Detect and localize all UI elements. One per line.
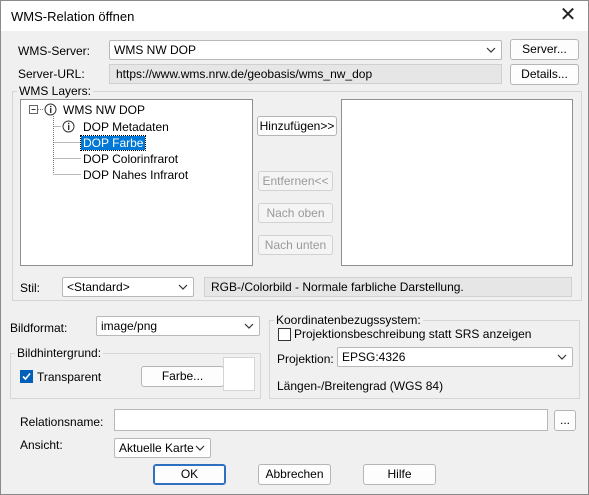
title-bar: WMS-Relation öffnen ✕ xyxy=(1,1,588,31)
style-value: <Standard> xyxy=(67,280,130,294)
crs-group-label: Koordinatenbezugssystem: xyxy=(274,313,423,327)
projection-desc-label: Projektionsbeschreibung statt SRS anzeig… xyxy=(294,327,532,341)
projection-select[interactable]: EPSG:4326 xyxy=(337,347,573,367)
chevron-down-icon xyxy=(486,47,496,53)
selected-layers-list[interactable] xyxy=(341,99,573,266)
ok-button[interactable]: OK xyxy=(153,464,226,485)
chevron-down-icon xyxy=(557,354,567,360)
color-button[interactable]: Farbe... xyxy=(141,366,224,387)
add-layer-button[interactable]: Hinzufügen>> xyxy=(257,116,337,136)
image-format-label: Bildformat: xyxy=(10,321,68,335)
tree-item-nahes-infrarot[interactable]: DOP Nahes Infrarot xyxy=(83,168,188,182)
transparent-checkbox[interactable] xyxy=(20,370,33,383)
remove-layer-button[interactable]: Entfernen<< xyxy=(258,171,333,191)
cancel-button[interactable]: Abbrechen xyxy=(258,464,331,485)
chevron-down-icon xyxy=(195,445,205,451)
chevron-down-icon xyxy=(244,323,254,329)
move-down-button[interactable]: Nach unten xyxy=(258,235,333,255)
tree-root-item[interactable]: WMS NW DOP xyxy=(63,103,145,117)
projection-label: Projektion: xyxy=(277,352,334,366)
close-icon[interactable]: ✕ xyxy=(556,4,580,28)
chevron-down-icon xyxy=(178,284,188,290)
wms-server-select[interactable]: WMS NW DOP xyxy=(109,40,502,60)
browse-button[interactable]: ... xyxy=(554,410,576,431)
tree-item-farbe[interactable]: DOP Farbe xyxy=(79,135,147,151)
image-format-value: image/png xyxy=(101,319,158,333)
wms-layers-group-label: WMS Layers: xyxy=(17,84,94,98)
projection-value: EPSG:4326 xyxy=(342,350,406,364)
move-up-button[interactable]: Nach oben xyxy=(258,203,333,223)
info-icon xyxy=(62,120,75,133)
server-url-field: https://www.wms.nrw.de/geobasis/wms_nw_d… xyxy=(109,64,502,84)
help-button[interactable]: Hilfe xyxy=(363,464,436,485)
transparent-label: Transparent xyxy=(37,370,102,384)
view-value: Aktuelle Karte xyxy=(119,441,194,455)
server-button[interactable]: Server... xyxy=(510,39,579,60)
style-select[interactable]: <Standard> xyxy=(62,277,194,297)
style-description: RGB-/Colorbild - Normale farbliche Darst… xyxy=(204,277,572,297)
view-select[interactable]: Aktuelle Karte xyxy=(114,438,211,458)
info-icon xyxy=(44,103,57,116)
style-label: Stil: xyxy=(20,281,41,295)
dialog-window: WMS-Relation öffnen ✕ WMS-Server: WMS NW… xyxy=(0,0,589,495)
view-label: Ansicht: xyxy=(20,438,63,452)
details-button[interactable]: Details... xyxy=(510,64,579,85)
checkmark-icon xyxy=(22,372,31,381)
layer-tree[interactable]: WMS NW DOP DOP Metadaten DOP Farbe DOP C… xyxy=(20,99,253,266)
window-title: WMS-Relation öffnen xyxy=(11,9,135,24)
tree-item-colorinfrarot[interactable]: DOP Colorinfrarot xyxy=(83,152,178,166)
tree-item-metadaten[interactable]: DOP Metadaten xyxy=(83,120,169,134)
wms-server-value: WMS NW DOP xyxy=(114,43,196,57)
relation-name-input[interactable] xyxy=(114,409,548,431)
projection-desc-checkbox[interactable] xyxy=(278,328,291,341)
relation-name-label: Relationsname: xyxy=(20,415,104,429)
background-group-label: Bildhintergrund: xyxy=(15,346,104,360)
wms-server-label: WMS-Server: xyxy=(18,44,90,58)
image-format-select[interactable]: image/png xyxy=(96,316,260,336)
projection-name: Längen-/Breitengrad (WGS 84) xyxy=(277,379,444,393)
color-swatch xyxy=(223,357,255,391)
server-url-label: Server-URL: xyxy=(18,67,85,81)
